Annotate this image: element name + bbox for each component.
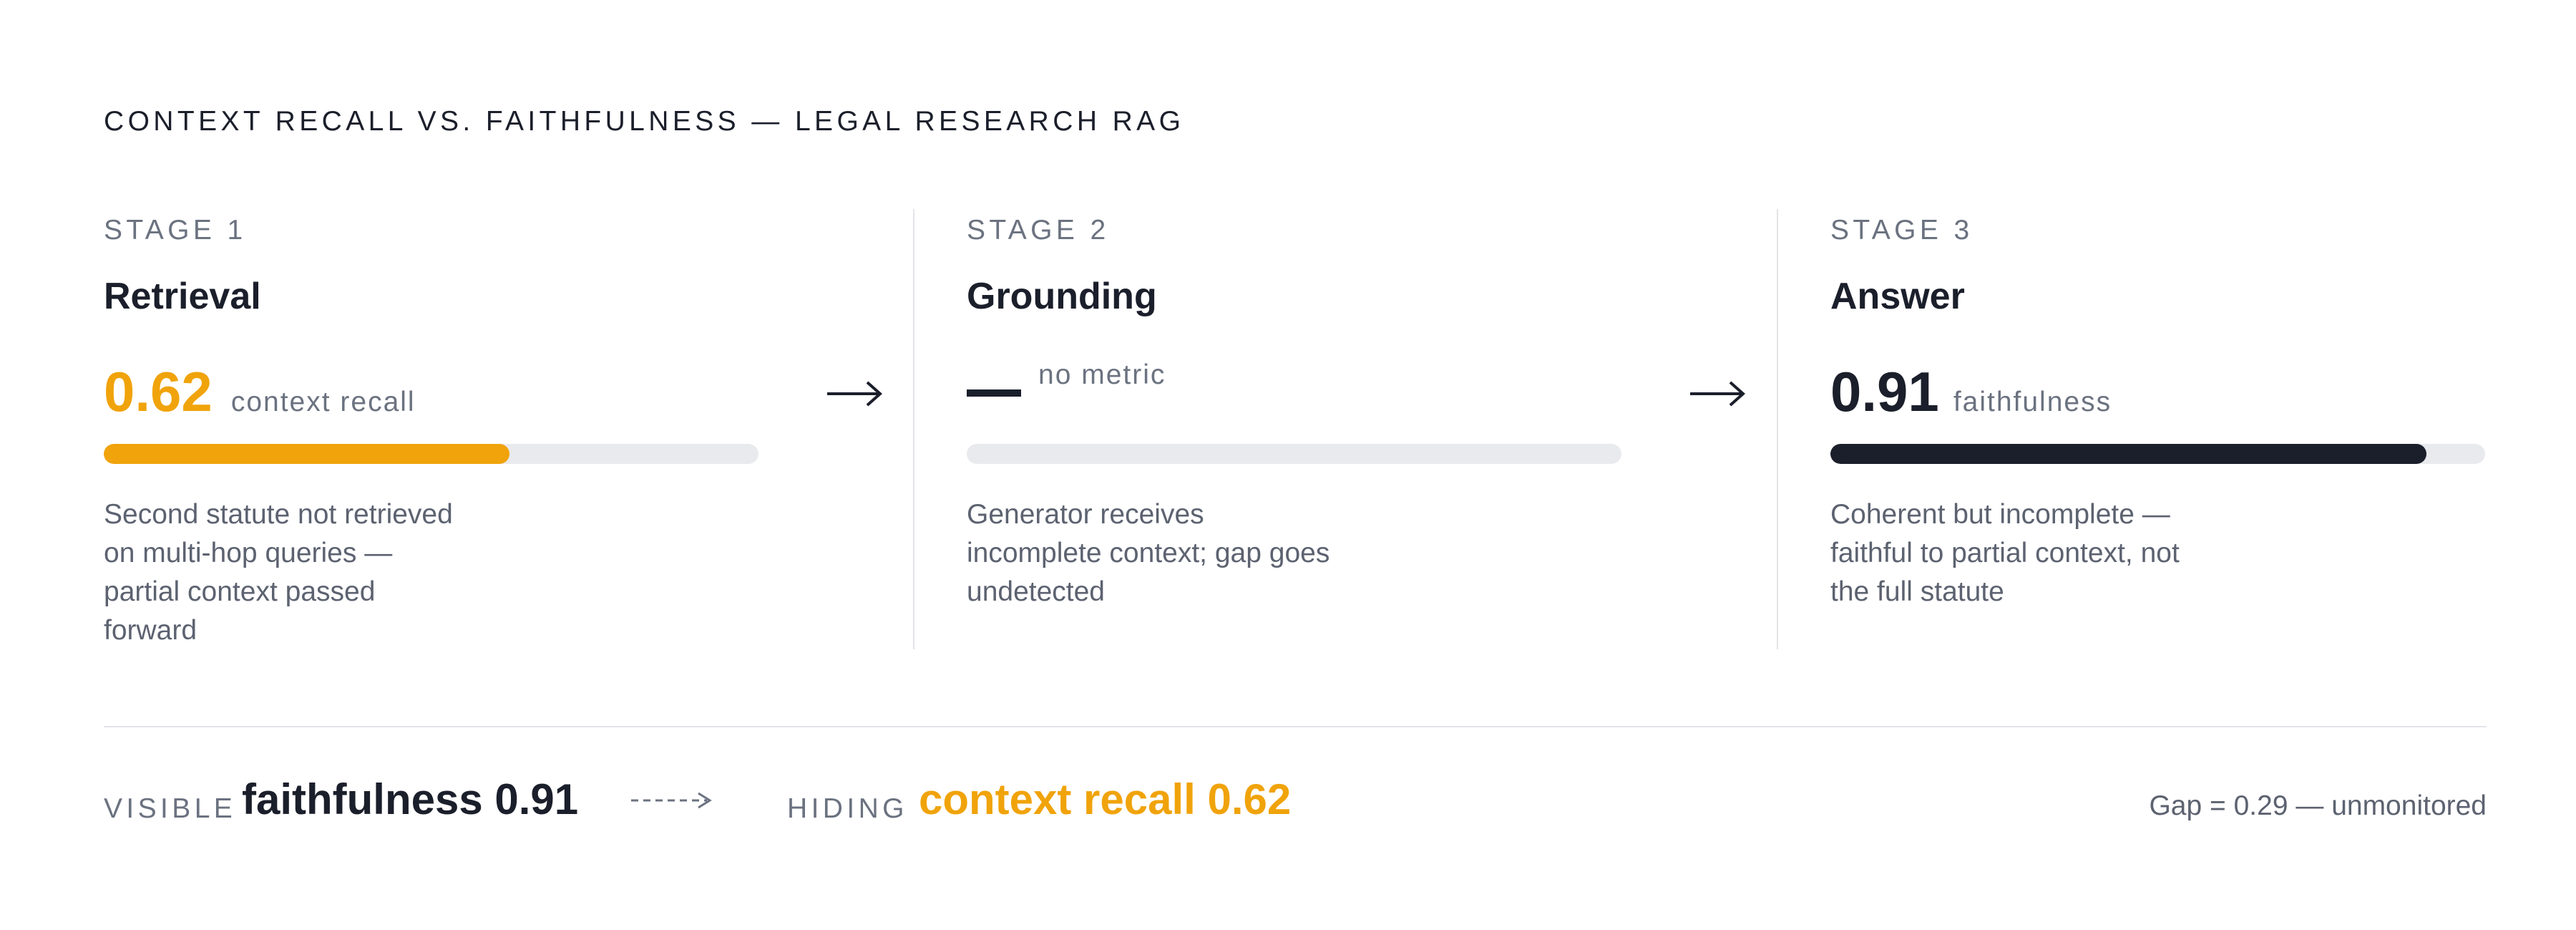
metric-label: no metric bbox=[1038, 359, 1166, 390]
stage-label: STAGE 2 bbox=[967, 215, 1110, 246]
grounding-bar bbox=[967, 444, 1621, 464]
stage-name: Answer bbox=[1830, 276, 1965, 317]
context-recall-bar-fill bbox=[104, 444, 510, 464]
stage-retrieval: STAGE 1 Retrieval 0.62 context recall Se… bbox=[104, 209, 762, 653]
diagram-title: CONTEXT RECALL VS. FAITHFULNESS — LEGAL … bbox=[104, 106, 1185, 137]
dashed-arrow-icon bbox=[631, 792, 712, 809]
stage-label: STAGE 3 bbox=[1830, 215, 1974, 246]
visible-value: faithfulness 0.91 bbox=[242, 775, 579, 823]
stage-label: STAGE 1 bbox=[104, 215, 247, 246]
faithfulness-bar-fill bbox=[1830, 444, 2426, 464]
stage-divider bbox=[913, 209, 914, 649]
metric-label: faithfulness bbox=[1953, 387, 2112, 417]
context-recall-bar bbox=[104, 444, 758, 464]
stage-description: Second statute not retrieved on multi-ho… bbox=[104, 499, 453, 646]
metric-label: context recall bbox=[230, 387, 416, 417]
gap-note: Gap = 0.29 — unmonitored bbox=[2149, 790, 2487, 821]
arrow-right-icon bbox=[827, 381, 883, 407]
diagram-page: CONTEXT RECALL VS. FAITHFULNESS — LEGAL … bbox=[0, 0, 2576, 930]
faithfulness-bar bbox=[1830, 444, 2485, 464]
dash-icon bbox=[967, 389, 1021, 397]
context-recall-value: 0.62 bbox=[104, 360, 213, 423]
visible-label: VISIBLE bbox=[104, 793, 237, 824]
hiding-label: HIDING bbox=[787, 793, 908, 824]
stage-answer: STAGE 3 Answer 0.91 faithfulness Coheren… bbox=[1830, 209, 2489, 653]
metric-row: no metric bbox=[967, 359, 1166, 424]
metric-row: 0.91 faithfulness bbox=[1830, 359, 2112, 424]
stage-name: Grounding bbox=[967, 276, 1157, 317]
arrow-right-icon bbox=[1690, 381, 1746, 407]
stage-name: Retrieval bbox=[104, 276, 261, 317]
stage-description: Coherent but incomplete — faithful to pa… bbox=[1830, 499, 2180, 607]
metric-row: 0.62 context recall bbox=[104, 359, 416, 424]
faithfulness-value: 0.91 bbox=[1830, 360, 1939, 423]
section-divider bbox=[104, 726, 2487, 727]
hiding-value: context recall 0.62 bbox=[919, 775, 1292, 823]
stage-description: Generator receives incomplete context; g… bbox=[967, 499, 1330, 607]
stage-divider bbox=[1777, 209, 1778, 649]
stage-grounding: STAGE 2 Grounding no metric Generator re… bbox=[967, 209, 1625, 653]
